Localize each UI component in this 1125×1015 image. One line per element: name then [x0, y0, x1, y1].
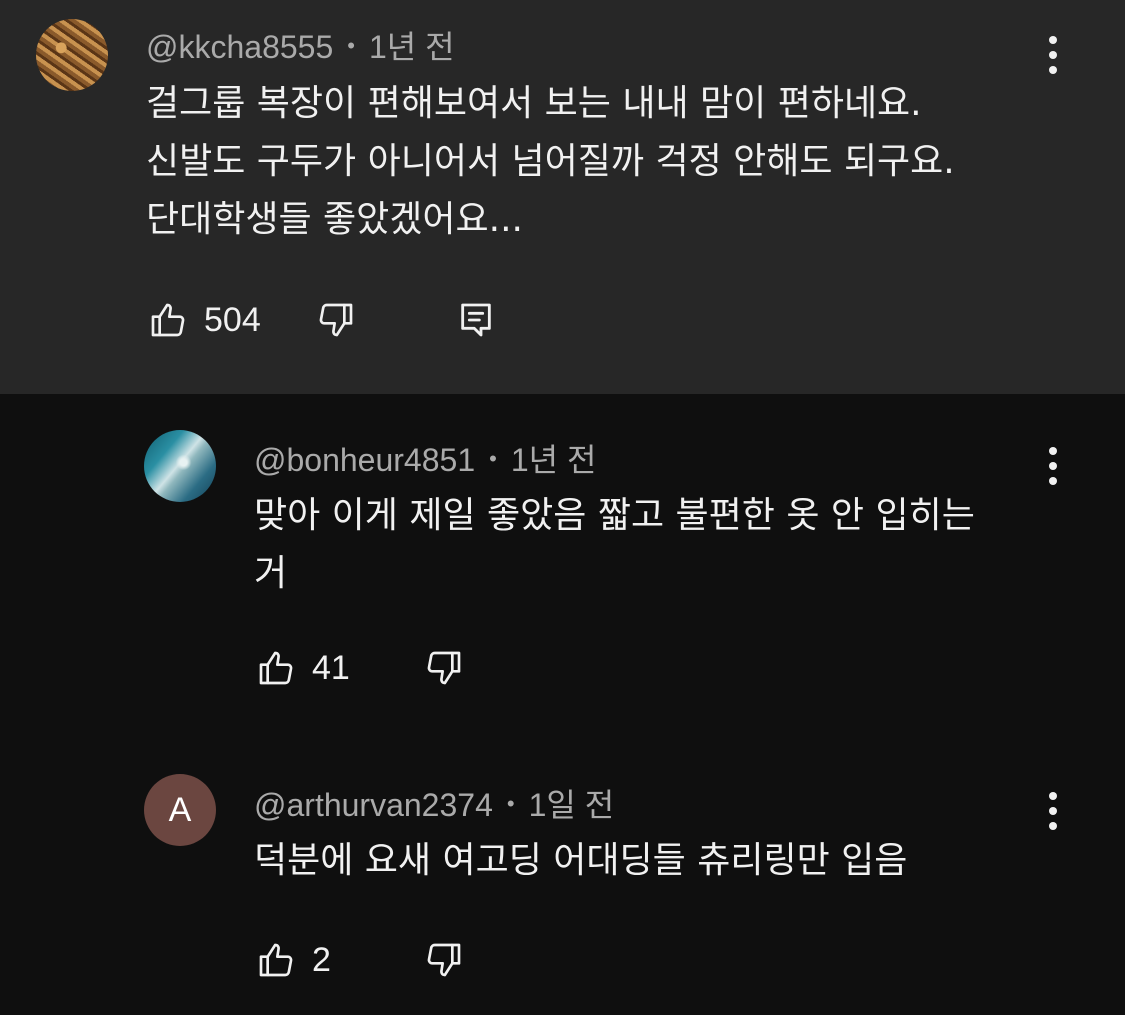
comment-actions: 504 — [148, 300, 496, 340]
avatar[interactable]: A — [144, 774, 216, 846]
reply-icon — [461, 303, 491, 337]
comment-header: @kkcha8555 • 1년 전 — [146, 22, 455, 68]
more-vert-icon — [1049, 36, 1057, 44]
separator-dot: • — [347, 33, 355, 58]
author-name[interactable]: @arthurvan2374 — [254, 787, 493, 823]
dislike-button[interactable] — [424, 940, 464, 980]
reply-button[interactable] — [456, 300, 496, 340]
like-button[interactable] — [256, 648, 296, 688]
timestamp[interactable]: 1일 전 — [529, 787, 615, 823]
avatar-letter: A — [168, 790, 192, 829]
like-count: 504 — [204, 300, 261, 339]
dislike-button[interactable] — [316, 300, 356, 340]
comment-header: @bonheur4851 • 1년 전 — [254, 435, 596, 481]
more-vert-icon — [1049, 792, 1057, 800]
more-options-button[interactable] — [1033, 25, 1073, 85]
more-options-button[interactable] — [1033, 781, 1073, 841]
more-options-button[interactable] — [1033, 436, 1073, 496]
comment-highlighted: @kkcha8555 • 1년 전 걸그룹 복장이 편해보여서 보는 내내 맘이 편… — [0, 0, 1125, 394]
dislike-button[interactable] — [424, 648, 464, 688]
comment-reply: @bonheur4851 • 1년 전 맞아 이게 제일 좋았음 짧고 불편한 옷 … — [0, 394, 1125, 734]
timestamp[interactable]: 1년 전 — [511, 442, 597, 478]
comment-text: 맞아 이게 제일 좋았음 짧고 불편한 옷 안 입히는 거 — [254, 495, 975, 594]
like-count: 41 — [312, 648, 350, 687]
comments-page: @kkcha8555 • 1년 전 걸그룹 복장이 편해보여서 보는 내내 맘이 편… — [0, 0, 1125, 1015]
like-button[interactable] — [256, 940, 296, 980]
avatar[interactable] — [36, 19, 108, 91]
like-icon — [151, 303, 185, 337]
timestamp[interactable]: 1년 전 — [369, 29, 455, 65]
dislike-icon — [427, 943, 461, 977]
comment-actions: 2 — [256, 940, 464, 980]
avatar[interactable] — [144, 430, 216, 502]
separator-dot: • — [506, 791, 515, 816]
more-vert-icon — [1049, 447, 1057, 455]
comment-header: @arthurvan2374 • 1일 전 — [254, 780, 614, 826]
author-name[interactable]: @kkcha8555 — [146, 29, 333, 65]
like-count: 2 — [312, 940, 331, 979]
like-icon — [259, 651, 293, 685]
separator-dot: • — [489, 446, 497, 471]
comment-reply: A @arthurvan2374 • 1일 전 덕분에 요새 여고딩 어대딩들 츄리… — [0, 734, 1125, 1015]
comment-actions: 41 — [256, 648, 464, 688]
author-name[interactable]: @bonheur4851 — [254, 442, 475, 478]
comment-text: 덕분에 요새 여고딩 어대딩들 츄리링만 입음 — [254, 840, 908, 881]
like-icon — [259, 943, 293, 977]
comment-text: 걸그룹 복장이 편해보여서 보는 내내 맘이 편하네요. 신발도 구두가 아니어… — [146, 83, 955, 240]
dislike-icon — [319, 303, 353, 337]
dislike-icon — [427, 651, 461, 685]
like-button[interactable] — [148, 300, 188, 340]
